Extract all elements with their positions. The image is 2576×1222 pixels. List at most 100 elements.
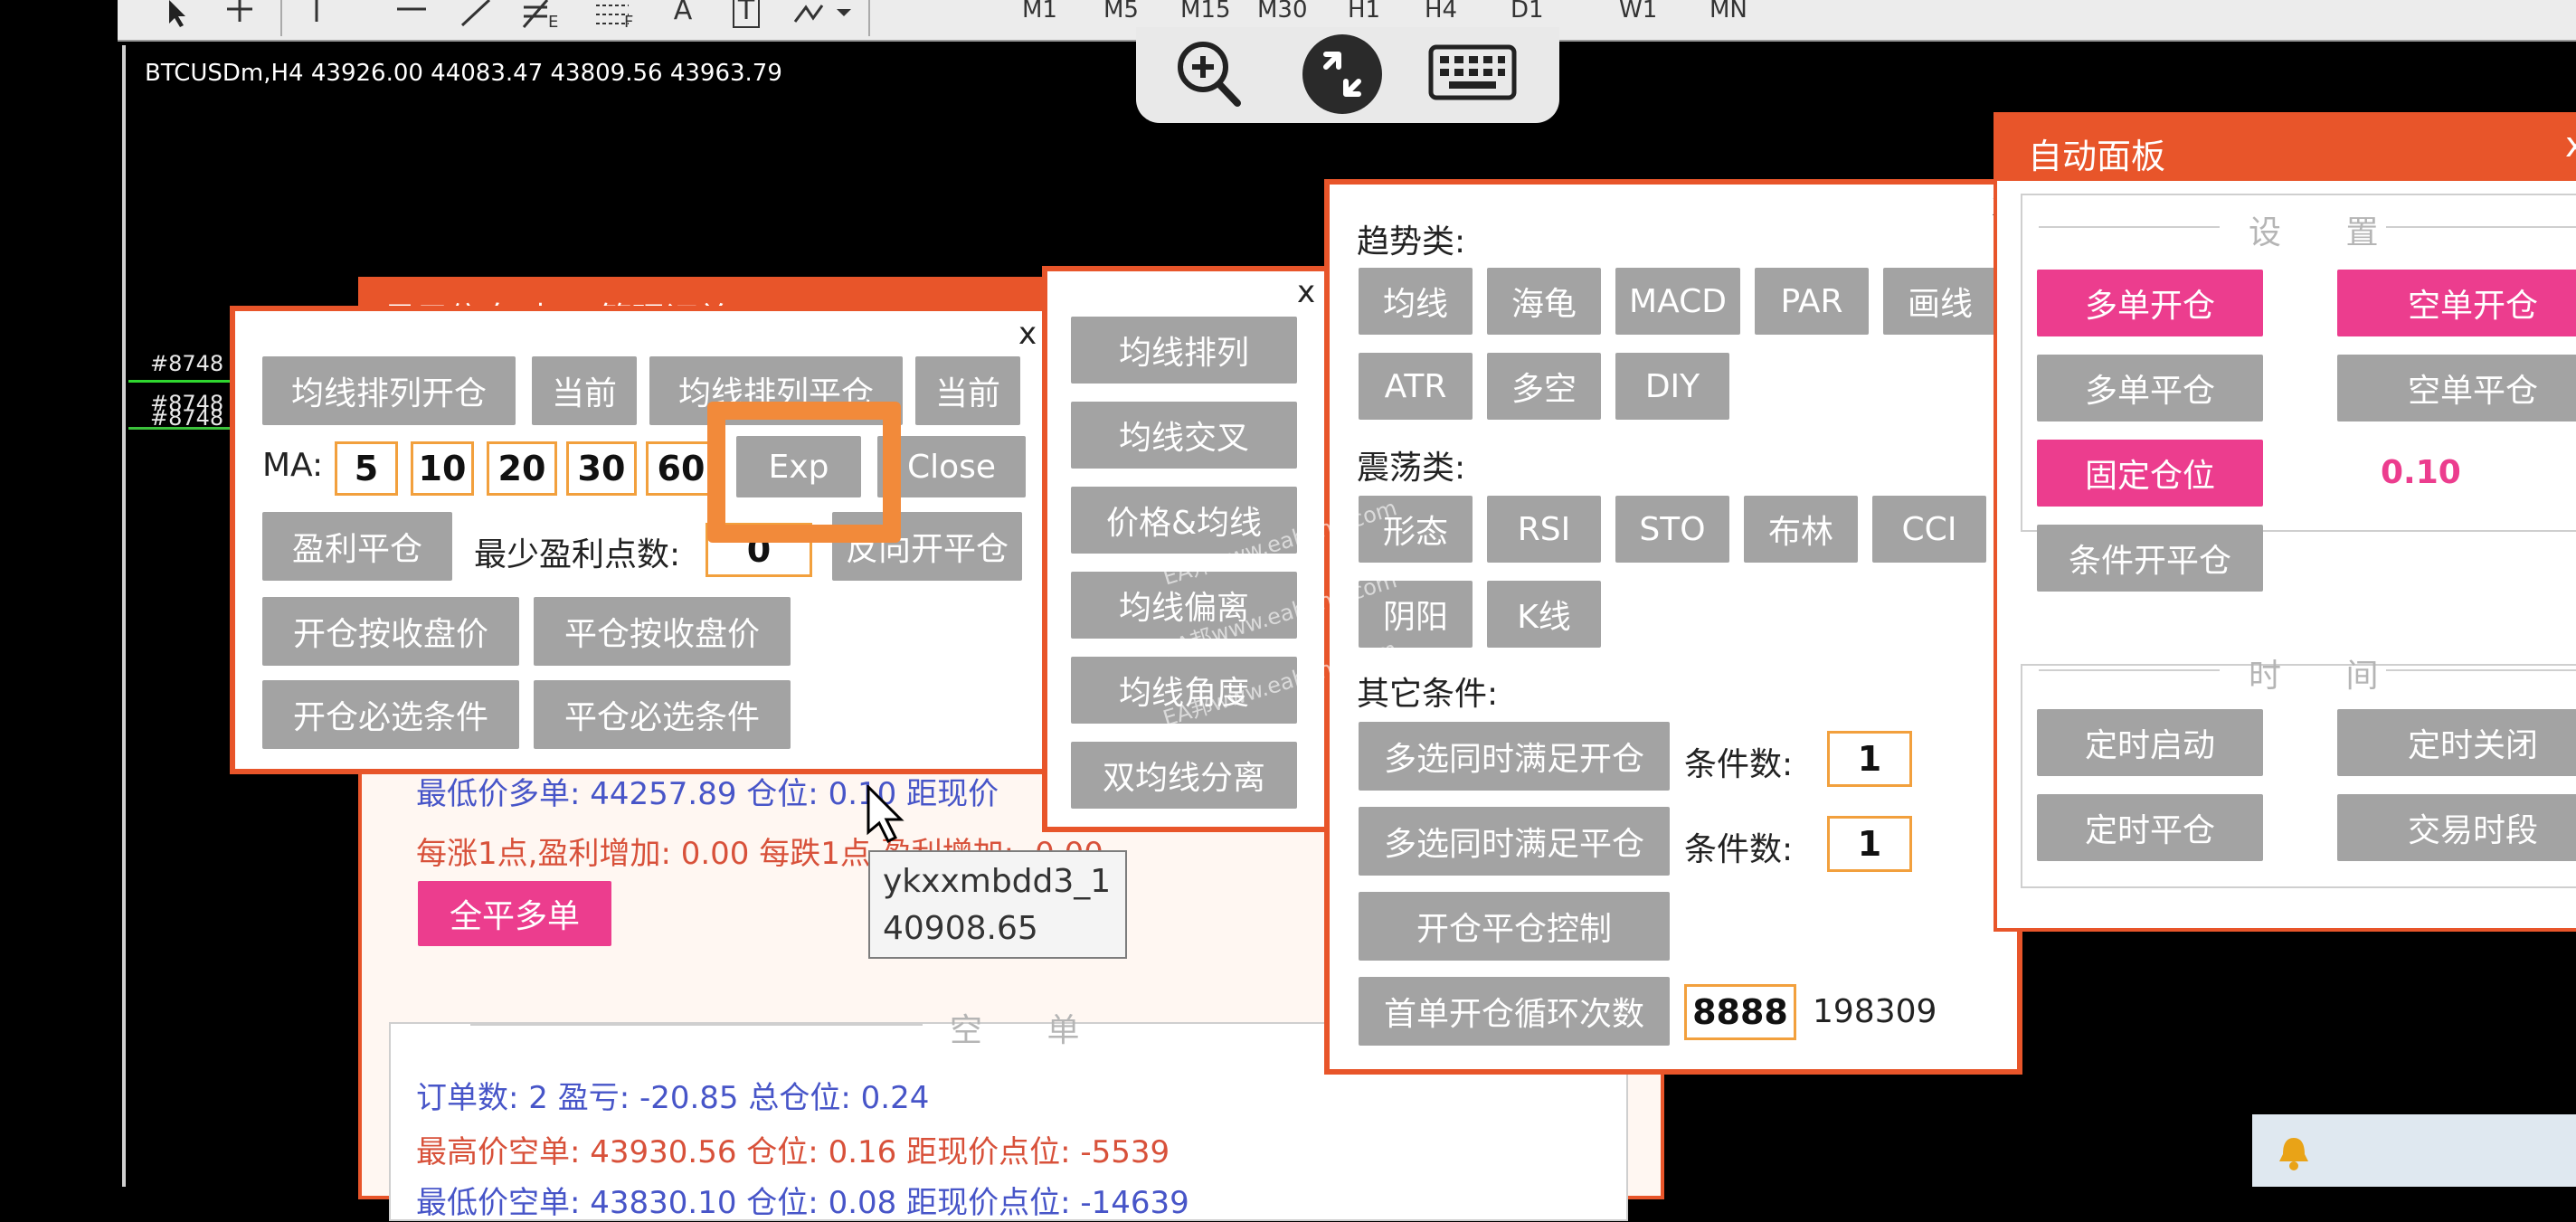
timeframe-h4[interactable]: H4 <box>1425 0 1457 22</box>
chart-border <box>122 45 126 1187</box>
ma-current-close-button[interactable]: 当前 <box>915 356 1020 425</box>
trend-drawline-button[interactable]: 画线 <box>1883 268 1997 335</box>
long-open-button[interactable]: 多单开仓 <box>2037 270 2263 336</box>
open-close-control-button[interactable]: 开仓平仓控制 <box>1359 892 1670 961</box>
ma-type-separation-button[interactable]: 双均线分离 <box>1071 742 1297 809</box>
profit-close-button[interactable]: 盈利平仓 <box>262 512 452 581</box>
timer-close-button[interactable]: 定时平仓 <box>2037 794 2263 861</box>
remote-session-icon[interactable] <box>1299 31 1386 118</box>
tooltip-line2: 40908.65 <box>883 910 1038 947</box>
auto-panel-close-icon[interactable]: x <box>2565 125 2576 165</box>
osc-kline-button[interactable]: K线 <box>1487 581 1601 648</box>
trade-session-button[interactable]: 交易时段 <box>2337 794 2576 861</box>
timeframe-w1[interactable]: W1 <box>1619 0 1657 22</box>
settings-divider <box>2039 226 2220 228</box>
short-lowest-price: 最低价空单: 43830.10 仓位: 0.08 距现价点位: -14639 <box>416 1185 1189 1221</box>
multi-close-button[interactable]: 多选同时满足平仓 <box>1359 807 1670 876</box>
horizontal-line-icon[interactable] <box>389 0 434 36</box>
crosshair-icon[interactable] <box>217 0 262 36</box>
trendline-icon[interactable] <box>452 0 497 36</box>
close-by-close-price-button[interactable]: 平仓按收盘价 <box>534 597 791 666</box>
bell-icon[interactable] <box>2274 1132 2314 1172</box>
ma-type-cross-button[interactable]: 均线交叉 <box>1071 402 1297 469</box>
remote-control-bar <box>1136 27 1559 123</box>
timeframe-mn[interactable]: MN <box>1709 0 1747 22</box>
fixed-lot-value[interactable]: 0.10 <box>2381 454 2461 491</box>
fibonacci-icon[interactable]: E <box>516 0 570 36</box>
timeframe-m5[interactable]: M5 <box>1103 0 1139 22</box>
trend-macd-button[interactable]: MACD <box>1615 268 1740 335</box>
short-divider-left <box>470 1024 923 1026</box>
close-condition-count-input[interactable]: 1 <box>1827 816 1912 872</box>
trend-atr-button[interactable]: ATR <box>1359 353 1473 420</box>
ma-panel-close-icon[interactable]: x <box>1018 318 1037 349</box>
osc-rsi-button[interactable]: RSI <box>1487 496 1601 563</box>
timeframe-m15[interactable]: M15 <box>1180 0 1231 22</box>
osc-sto-button[interactable]: STO <box>1615 496 1729 563</box>
ma-period-input[interactable]: 60 <box>646 441 716 496</box>
trend-par-button[interactable]: PAR <box>1755 268 1869 335</box>
text-icon[interactable]: A <box>660 0 706 36</box>
ma-period-input[interactable]: 5 <box>335 441 398 496</box>
osc-bollinger-button[interactable]: 布林 <box>1744 496 1858 563</box>
tooltip-line1: ykxxmbdd3_1 <box>883 863 1112 900</box>
keyboard-icon[interactable] <box>1427 42 1518 105</box>
first-order-loop-extra: 198309 <box>1813 993 1937 1030</box>
trend-ma-button[interactable]: 均线 <box>1359 268 1473 335</box>
trend-turtle-button[interactable]: 海龟 <box>1487 268 1601 335</box>
trend-bull-bear-button[interactable]: 多空 <box>1487 353 1601 420</box>
ma-period-input[interactable]: 10 <box>411 441 474 496</box>
close-all-long-button[interactable]: 全平多单 <box>418 881 611 946</box>
time-divider <box>2039 669 2220 671</box>
label-letter: T <box>732 0 761 28</box>
fixed-lot-button[interactable]: 固定仓位 <box>2037 440 2263 507</box>
short-close-button[interactable]: 空单平仓 <box>2337 355 2576 422</box>
arrow-icon[interactable] <box>787 0 859 36</box>
short-section-title: 空 单 <box>950 1012 1107 1049</box>
timer-start-button[interactable]: 定时启动 <box>2037 709 2263 776</box>
condition-count-label: 条件数: <box>1684 746 1794 783</box>
label-icon[interactable]: T <box>724 0 769 36</box>
ma-align-open-button[interactable]: 均线排列开仓 <box>262 356 516 425</box>
condition-open-close-button[interactable]: 条件开平仓 <box>2037 525 2263 592</box>
first-order-loop-button[interactable]: 首单开仓循环次数 <box>1359 977 1670 1046</box>
other-conditions-title: 其它条件: <box>1357 676 1499 713</box>
channel-icon[interactable]: F <box>588 0 642 36</box>
timeframe-m30[interactable]: M30 <box>1257 0 1308 22</box>
open-condition-count-input[interactable]: 1 <box>1827 731 1912 787</box>
short-summary: 订单数: 2 盈亏: -20.85 总仓位: 0.24 <box>416 1080 930 1116</box>
ma-period-input[interactable]: 30 <box>566 441 637 496</box>
zoom-in-icon[interactable] <box>1170 36 1246 112</box>
condition-count-label: 条件数: <box>1684 831 1794 868</box>
first-order-loop-input[interactable]: 8888 <box>1684 984 1796 1040</box>
short-open-button[interactable]: 空单开仓 <box>2337 270 2576 336</box>
timeframe-d1[interactable]: D1 <box>1511 0 1544 22</box>
ma-current-open-button[interactable]: 当前 <box>532 356 637 425</box>
trend-diy-button[interactable]: DIY <box>1615 353 1729 420</box>
settings-divider <box>2386 226 2576 228</box>
open-by-close-price-button[interactable]: 开仓按收盘价 <box>262 597 519 666</box>
short-highest-price: 最高价空单: 43930.56 仓位: 0.16 距现价点位: -5539 <box>416 1134 1170 1170</box>
timeframe-m1[interactable]: M1 <box>1022 0 1057 22</box>
close-required-conditions-button[interactable]: 平仓必选条件 <box>534 680 791 749</box>
highlight-box <box>707 402 901 543</box>
vertical-line-icon[interactable] <box>298 0 335 36</box>
ma-type-align-button[interactable]: 均线排列 <box>1071 317 1297 384</box>
fibonacci-letter: E <box>548 13 559 32</box>
osc-cci-button[interactable]: CCI <box>1872 496 1986 563</box>
long-close-button[interactable]: 多单平仓 <box>2037 355 2263 422</box>
cursor-icon[interactable] <box>154 0 199 36</box>
timer-stop-button[interactable]: 定时关闭 <box>2337 709 2576 776</box>
ma-period-input[interactable]: 20 <box>487 441 557 496</box>
order-line <box>128 427 237 430</box>
indicator-panel: x 趋势类: 均线 海龟 MACD PAR 画线 ATR 多空 DIY 震荡类:… <box>1324 179 2022 1075</box>
multi-open-button[interactable]: 多选同时满足开仓 <box>1359 722 1670 791</box>
ma-type-panel-close-icon[interactable]: x <box>1297 277 1315 308</box>
min-profit-points-label: 最少盈利点数: <box>474 536 681 573</box>
order-label: #8748 <box>150 351 224 376</box>
notification-strip <box>2252 1114 2576 1187</box>
timeframe-h1[interactable]: H1 <box>1348 0 1380 22</box>
tooltip: ykxxmbdd3_1 40908.65 <box>868 850 1127 959</box>
open-required-conditions-button[interactable]: 开仓必选条件 <box>262 680 519 749</box>
trend-category-title: 趋势类: <box>1357 223 1466 261</box>
